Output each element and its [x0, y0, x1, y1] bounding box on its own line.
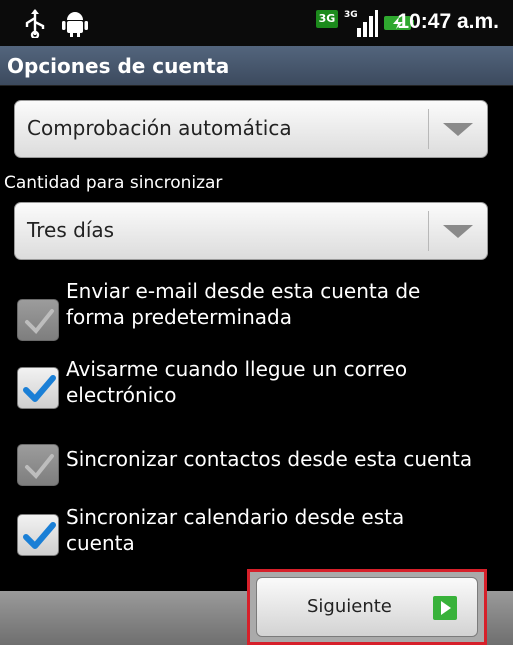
clock: 10:47 a.m.	[397, 10, 499, 33]
checkbox-notify-email[interactable]	[17, 367, 59, 409]
status-bar: 3G 3G 10:47 a.m.	[0, 0, 513, 46]
arrow-right-icon	[433, 596, 457, 620]
option-default-account[interactable]: Enviar e-mail desde esta cuenta de forma…	[0, 278, 513, 341]
android-icon	[62, 12, 88, 37]
option-label: Sincronizar calendario desde esta cuenta	[66, 505, 405, 555]
option-sync-contacts[interactable]: Sincronizar contactos desde esta cuenta	[0, 430, 513, 490]
chevron-down-icon	[443, 123, 473, 136]
check-icon	[25, 309, 54, 334]
checkbox-sync-contacts[interactable]	[17, 444, 59, 486]
next-button[interactable]: Siguiente	[256, 577, 478, 637]
sync-amount-dropdown[interactable]: Tres días	[14, 202, 488, 260]
dropdown-divider	[428, 211, 429, 251]
check-frequency-dropdown[interactable]: Comprobación automática	[14, 100, 488, 158]
option-label: Avisarme cuando llegue un correo electró…	[66, 357, 408, 407]
3g-icon: 3G	[316, 10, 338, 28]
chevron-down-icon	[443, 225, 473, 238]
checkbox-default-account[interactable]	[17, 299, 59, 341]
sync-amount-value: Tres días	[27, 218, 115, 242]
next-button-label: Siguiente	[307, 596, 392, 617]
option-label: Sincronizar contactos desde esta cuenta	[66, 447, 473, 471]
check-icon	[23, 375, 56, 402]
option-label: Enviar e-mail desde esta cuenta de forma…	[66, 279, 421, 329]
check-icon	[23, 522, 56, 549]
check-icon	[25, 454, 54, 479]
page-title: Opciones de cuenta	[0, 46, 513, 86]
check-frequency-value: Comprobación automática	[27, 116, 292, 140]
signal-icon: 3G	[344, 10, 378, 37]
usb-icon	[25, 9, 45, 38]
sync-amount-label: Cantidad para sincronizar	[4, 173, 223, 193]
dropdown-divider	[428, 109, 429, 149]
option-sync-calendar[interactable]: Sincronizar calendario desde esta cuenta	[0, 504, 513, 564]
option-notify-email[interactable]: Avisarme cuando llegue un correo electró…	[0, 356, 513, 416]
checkbox-sync-calendar[interactable]	[17, 514, 59, 556]
svg-text:3G: 3G	[344, 10, 358, 20]
